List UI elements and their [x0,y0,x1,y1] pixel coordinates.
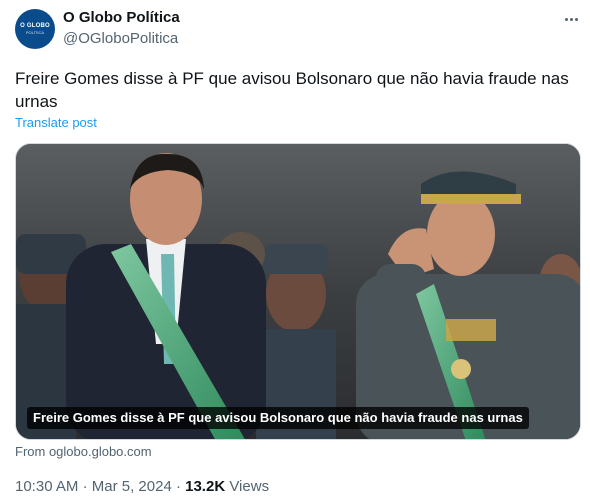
avatar[interactable]: O GLOBO POLÍTICA [15,9,55,49]
post-meta: 10:30 AM · Mar 5, 2024 · 13.2K Views [15,478,269,495]
author-handle[interactable]: @OGloboPolitica [63,30,178,47]
photo-illustration [16,144,580,439]
meta-separator: · [82,478,88,495]
meta-separator: · [175,478,181,495]
post-text: Freire Gomes disse à PF que avisou Bolso… [15,69,569,111]
post-media-image[interactable]: Freire Gomes disse à PF que avisou Bolso… [15,143,581,440]
author-name[interactable]: O Globo Política [63,9,180,26]
tweet: O GLOBO POLÍTICA O Globo Política @OGlob… [0,0,590,501]
views-label: Views [229,478,270,495]
translate-post-link[interactable]: Translate post [15,115,97,130]
avatar-logo-subtext: POLÍTICA [25,30,45,35]
views-count: 13.2K [185,478,226,495]
media-caption: Freire Gomes disse à PF que avisou Bolso… [27,407,529,429]
link-source[interactable]: From oglobo.globo.com [15,444,152,459]
avatar-logo-text: O GLOBO [20,23,50,29]
more-options-icon[interactable] [561,9,581,29]
post-date[interactable]: Mar 5, 2024 [92,478,172,495]
post-time[interactable]: 10:30 AM [15,478,78,495]
